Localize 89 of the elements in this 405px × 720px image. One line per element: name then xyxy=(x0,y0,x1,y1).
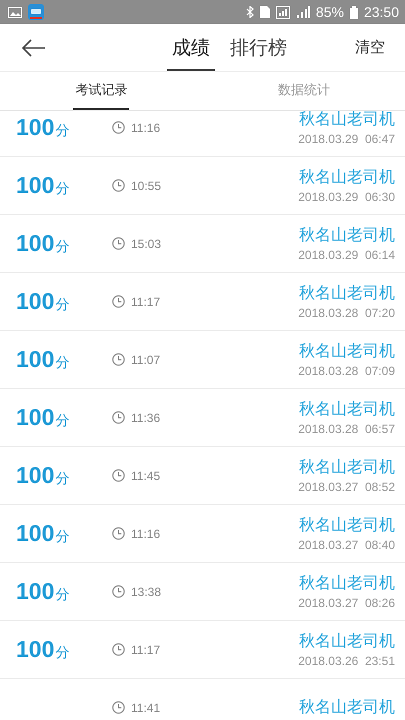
signal-icon xyxy=(296,6,310,18)
user-name: 秋名山老司机 xyxy=(299,457,395,478)
duration-text: 11:16 xyxy=(131,120,160,134)
score-value: 100 xyxy=(16,346,54,373)
app-icon xyxy=(28,4,44,20)
clock-icon xyxy=(112,527,125,540)
clear-button[interactable]: 清空 xyxy=(349,37,391,58)
header-tab[interactable]: 排行榜 xyxy=(225,24,292,71)
duration-text: 11:41 xyxy=(131,700,160,714)
duration-text: 10:55 xyxy=(131,178,162,192)
score-value: 100 xyxy=(16,230,54,257)
score-unit: 分 xyxy=(55,122,70,140)
record-row[interactable]: 100分 15:03 秋名山老司机 2018.03.29 06:14 xyxy=(0,215,405,273)
sim-card-icon xyxy=(260,6,270,18)
user-name: 秋名山老司机 xyxy=(299,399,395,420)
score-unit: 分 xyxy=(55,238,70,256)
date-time: 2018.03.27 08:26 xyxy=(298,596,395,610)
score-unit: 分 xyxy=(55,180,70,198)
record-row[interactable]: 100分 11:45 秋名山老司机 2018.03.27 08:52 xyxy=(0,447,405,505)
date-time: 2018.03.29 06:47 xyxy=(298,132,395,146)
score-value: 100 xyxy=(16,636,54,663)
duration-text: 11:07 xyxy=(131,352,160,366)
score-unit: 分 xyxy=(55,528,70,546)
duration-text: 11:17 xyxy=(131,294,160,308)
score-value: 100 xyxy=(16,462,54,489)
user-name: 秋名山老司机 xyxy=(299,697,395,718)
user-name: 秋名山老司机 xyxy=(299,283,395,304)
score-value: 100 xyxy=(16,520,54,547)
user-name: 秋名山老司机 xyxy=(299,111,395,130)
score-unit: 分 xyxy=(55,296,70,314)
user-name: 秋名山老司机 xyxy=(299,515,395,536)
score-value: 100 xyxy=(16,288,54,315)
date-time: 2018.03.28 07:09 xyxy=(298,364,395,378)
record-row[interactable]: 100分 11:36 秋名山老司机 2018.03.28 06:57 xyxy=(0,389,405,447)
record-row[interactable]: 11:41 秋名山老司机 xyxy=(0,679,405,720)
clock-icon xyxy=(112,179,125,192)
sub-tab[interactable]: 数据统计 xyxy=(276,72,332,110)
score-value: 100 xyxy=(16,578,54,605)
score-value: 100 xyxy=(16,172,54,199)
clock-icon xyxy=(112,585,125,598)
clock-icon xyxy=(112,411,125,424)
date-time: 2018.03.28 07:20 xyxy=(298,306,395,320)
date-time: 2018.03.27 08:40 xyxy=(298,538,395,552)
score-unit: 分 xyxy=(55,354,70,372)
user-name: 秋名山老司机 xyxy=(299,341,395,362)
record-row[interactable]: 100分 11:17 秋名山老司机 2018.03.26 23:51 xyxy=(0,621,405,679)
date-time: 2018.03.29 06:30 xyxy=(298,190,395,204)
clock-icon xyxy=(112,237,125,250)
clock-time: 23:50 xyxy=(364,4,399,20)
date-time: 2018.03.27 08:52 xyxy=(298,480,395,494)
record-row[interactable]: 100分 10:55 秋名山老司机 2018.03.29 06:30 xyxy=(0,157,405,215)
record-row[interactable]: 100分 11:17 秋名山老司机 2018.03.28 07:20 xyxy=(0,273,405,331)
image-icon xyxy=(8,6,22,18)
clock-icon xyxy=(112,701,125,714)
score-unit: 分 xyxy=(55,586,70,604)
duration-text: 11:17 xyxy=(131,642,160,656)
record-row[interactable]: 100分 11:16 秋名山老司机 2018.03.29 06:47 xyxy=(0,111,405,157)
score-unit: 分 xyxy=(55,412,70,430)
user-name: 秋名山老司机 xyxy=(299,573,395,594)
user-name: 秋名山老司机 xyxy=(299,225,395,246)
back-arrow-icon xyxy=(22,38,46,56)
sub-tab[interactable]: 考试记录 xyxy=(73,72,130,110)
clock-icon xyxy=(112,469,125,482)
user-name: 秋名山老司机 xyxy=(299,631,395,652)
record-row[interactable]: 100分 11:07 秋名山老司机 2018.03.28 07:09 xyxy=(0,331,405,389)
battery-percent: 85% xyxy=(316,4,344,20)
duration-text: 11:45 xyxy=(131,468,160,482)
duration-text: 11:36 xyxy=(131,410,160,424)
score-unit: 分 xyxy=(55,644,70,662)
signal-icon xyxy=(276,6,290,18)
score-value: 100 xyxy=(16,404,54,431)
date-time: 2018.03.29 06:14 xyxy=(298,248,395,262)
bluetooth-icon xyxy=(246,6,254,18)
clock-icon xyxy=(112,295,125,308)
duration-text: 13:38 xyxy=(131,584,162,598)
record-row[interactable]: 100分 11:16 秋名山老司机 2018.03.27 08:40 xyxy=(0,505,405,563)
clock-icon xyxy=(112,121,125,134)
duration-text: 11:16 xyxy=(131,526,160,540)
score-unit: 分 xyxy=(55,470,70,488)
clock-icon xyxy=(112,643,125,656)
date-time: 2018.03.28 06:57 xyxy=(298,422,395,436)
duration-text: 15:03 xyxy=(131,236,162,250)
user-name: 秋名山老司机 xyxy=(299,167,395,188)
score-value: 100 xyxy=(16,114,54,141)
date-time: 2018.03.26 23:51 xyxy=(298,654,395,668)
header-tab[interactable]: 成绩 xyxy=(167,24,215,71)
battery-icon xyxy=(350,6,358,18)
record-row[interactable]: 100分 13:38 秋名山老司机 2018.03.27 08:26 xyxy=(0,563,405,621)
clock-icon xyxy=(112,353,125,366)
